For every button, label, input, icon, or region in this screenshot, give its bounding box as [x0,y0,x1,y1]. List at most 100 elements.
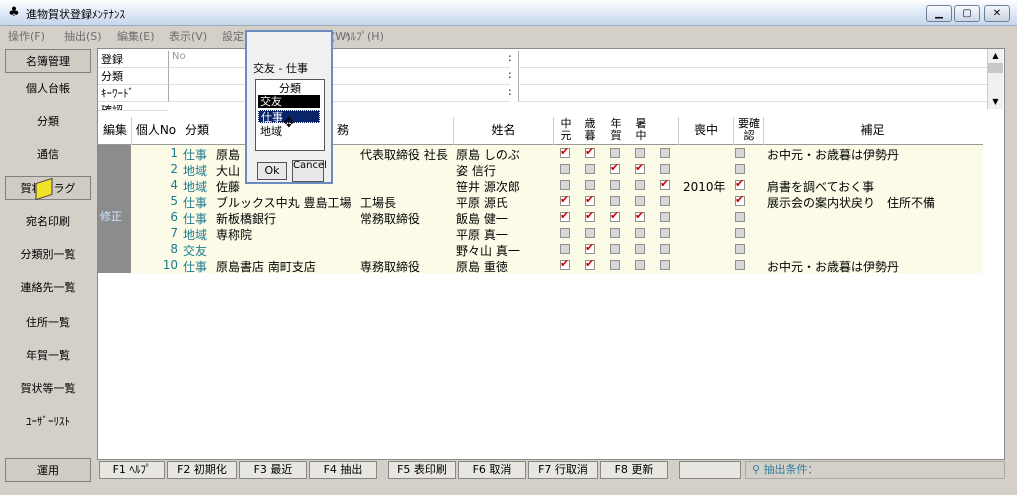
menu-help[interactable]: ﾍﾙﾌﾟ(H) [345,28,384,44]
row-confirm-checkbox[interactable] [735,193,745,206]
row-edit-cell[interactable] [98,257,131,273]
row-flag-checkbox[interactable] [635,244,645,254]
row-flag-checkbox[interactable] [610,196,620,206]
scroll-thumb[interactable] [988,63,1003,73]
register-field[interactable]: No [168,51,510,68]
row-edit-cell[interactable] [98,241,131,257]
table-row[interactable]: 2 地域 大山姿 信行 [98,161,983,178]
row-flag-checkbox[interactable] [610,161,620,174]
sidebar-item-roster[interactable]: 名簿管理 [5,49,91,73]
sidebar-item-ledger[interactable]: 個人台帳 [5,77,91,101]
row-flag-checkbox[interactable] [660,212,670,222]
table-row[interactable]: 1仕事原島代表取締役 社長原島 しのぶお中元・お歳暮は伊勢丹 [98,145,983,162]
row-confirm-checkbox[interactable] [735,177,745,190]
row-flag-checkbox[interactable] [660,177,670,190]
sidebar-item-contacts[interactable]: 連絡先一覧 [5,276,91,300]
row-flag-checkbox[interactable] [585,180,595,190]
sidebar-item-address-print[interactable]: 宛名印刷 [5,210,91,234]
menu-edit[interactable]: 編集(E) [117,28,155,44]
row-flag-checkbox[interactable] [560,228,570,238]
table-row[interactable]: 5仕事ブルックス中丸 豊島工場工場長平原 源氏展示会の案内状戻り 住所不備 [98,193,983,210]
row-edit-cell[interactable] [98,145,131,161]
row-flag-checkbox[interactable] [610,228,620,238]
row-confirm-checkbox[interactable] [735,212,745,222]
minimize-button[interactable]: ▁ [926,5,952,22]
row-confirm-checkbox[interactable] [735,244,745,254]
f2-init-button[interactable]: F2 初期化 [167,461,237,479]
row-flag-checkbox[interactable] [585,241,595,254]
scroll-up-icon[interactable]: ▲ [988,49,1003,63]
menu-extract[interactable]: 抽出(S) [64,28,102,44]
menu-operation[interactable]: 操作(F) [8,28,45,44]
sidebar-item-category[interactable]: 分類 [5,110,91,134]
row-flag-checkbox[interactable] [560,164,570,174]
row-flag-checkbox[interactable] [610,260,620,270]
table-row[interactable]: 修正 6 仕事 新板橋銀行 常務取締役 飯島 健一 [98,209,983,226]
row-edit-cell[interactable]: 修正 [98,209,131,225]
row-flag-checkbox[interactable] [635,228,645,238]
row-confirm-checkbox[interactable] [735,164,745,174]
table-row[interactable]: 7 地域 専称院 平原 真一 [98,225,983,242]
row-flag-checkbox[interactable] [635,148,645,158]
f8-update-button[interactable]: F8 更新 [600,461,668,479]
row-flag-checkbox[interactable] [585,193,595,206]
row-flag-checkbox[interactable] [560,257,570,270]
row-flag-checkbox[interactable] [660,148,670,158]
row-flag-checkbox[interactable] [660,164,670,174]
table-row[interactable]: 8 交友 野々山 真一 [98,241,983,258]
sidebar-item-by-category[interactable]: 分類別一覧 [5,243,91,267]
row-flag-checkbox[interactable] [635,260,645,270]
sidebar-item-addresses[interactable]: 住所一覧 [5,311,91,335]
menu-view[interactable]: 表示(V) [169,28,207,44]
row-flag-checkbox[interactable] [635,161,645,174]
keyword-field[interactable] [168,85,510,102]
right-field[interactable] [518,68,987,85]
row-flag-checkbox[interactable] [610,148,620,158]
ok-button[interactable]: Ok [257,162,287,180]
sidebar-item-user-list[interactable]: ﾕｰｻﾞｰﾘｽﾄ [5,410,91,434]
row-flag-checkbox[interactable] [610,209,620,222]
close-button[interactable]: ✕ [984,5,1010,22]
row-flag-checkbox[interactable] [560,209,570,222]
row-flag-checkbox[interactable] [585,164,595,174]
category-field[interactable] [168,68,510,85]
row-flag-checkbox[interactable] [585,209,595,222]
popup-item-friend[interactable]: 交友 [258,95,320,108]
row-flag-checkbox[interactable] [635,196,645,206]
right-field[interactable] [518,85,987,102]
f5-print-button[interactable]: F5 表印刷 [388,461,456,479]
f6-cancel-button[interactable]: F6 取消 [458,461,526,479]
row-edit-cell[interactable] [98,177,131,193]
row-flag-checkbox[interactable] [585,145,595,158]
f4-extract-button[interactable]: F4 抽出 [309,461,377,479]
row-flag-checkbox[interactable] [635,209,645,222]
sidebar-item-comm[interactable]: 通信 [5,143,91,167]
scroll-down-icon[interactable]: ▼ [988,95,1003,109]
sidebar-item-cards[interactable]: 賀状等一覧 [5,377,91,401]
row-flag-checkbox[interactable] [635,180,645,190]
row-flag-checkbox[interactable] [560,244,570,254]
row-flag-checkbox[interactable] [560,180,570,190]
row-flag-checkbox[interactable] [560,193,570,206]
row-edit-cell[interactable] [98,193,131,209]
row-flag-checkbox[interactable] [660,196,670,206]
f1-help-button[interactable]: F1 ﾍﾙﾌﾟ [99,461,165,479]
sidebar-item-operation[interactable]: 運用 [5,458,91,482]
cancel-button[interactable]: Cancel [292,160,327,182]
row-flag-checkbox[interactable] [610,180,620,190]
table-row[interactable]: 10 仕事原島書店 南町支店 専務取締役 原島 重徳 お中元・お歳暮は伊勢丹 [98,257,983,274]
row-edit-cell[interactable] [98,225,131,241]
row-flag-checkbox[interactable] [660,228,670,238]
row-flag-checkbox[interactable] [585,228,595,238]
filter-scrollbar[interactable]: ▲ ▼ [987,49,1003,109]
row-flag-checkbox[interactable] [560,145,570,158]
row-confirm-checkbox[interactable] [735,148,745,158]
row-confirm-checkbox[interactable] [735,260,745,270]
row-flag-checkbox[interactable] [660,260,670,270]
row-confirm-checkbox[interactable] [735,228,745,238]
right-field[interactable] [518,51,987,68]
sidebar-item-new-year[interactable]: 年賀一覧 [5,344,91,368]
f7-row-cancel-button[interactable]: F7 行取消 [528,461,598,479]
f3-recent-button[interactable]: F3 最近 [239,461,307,479]
row-flag-checkbox[interactable] [660,244,670,254]
